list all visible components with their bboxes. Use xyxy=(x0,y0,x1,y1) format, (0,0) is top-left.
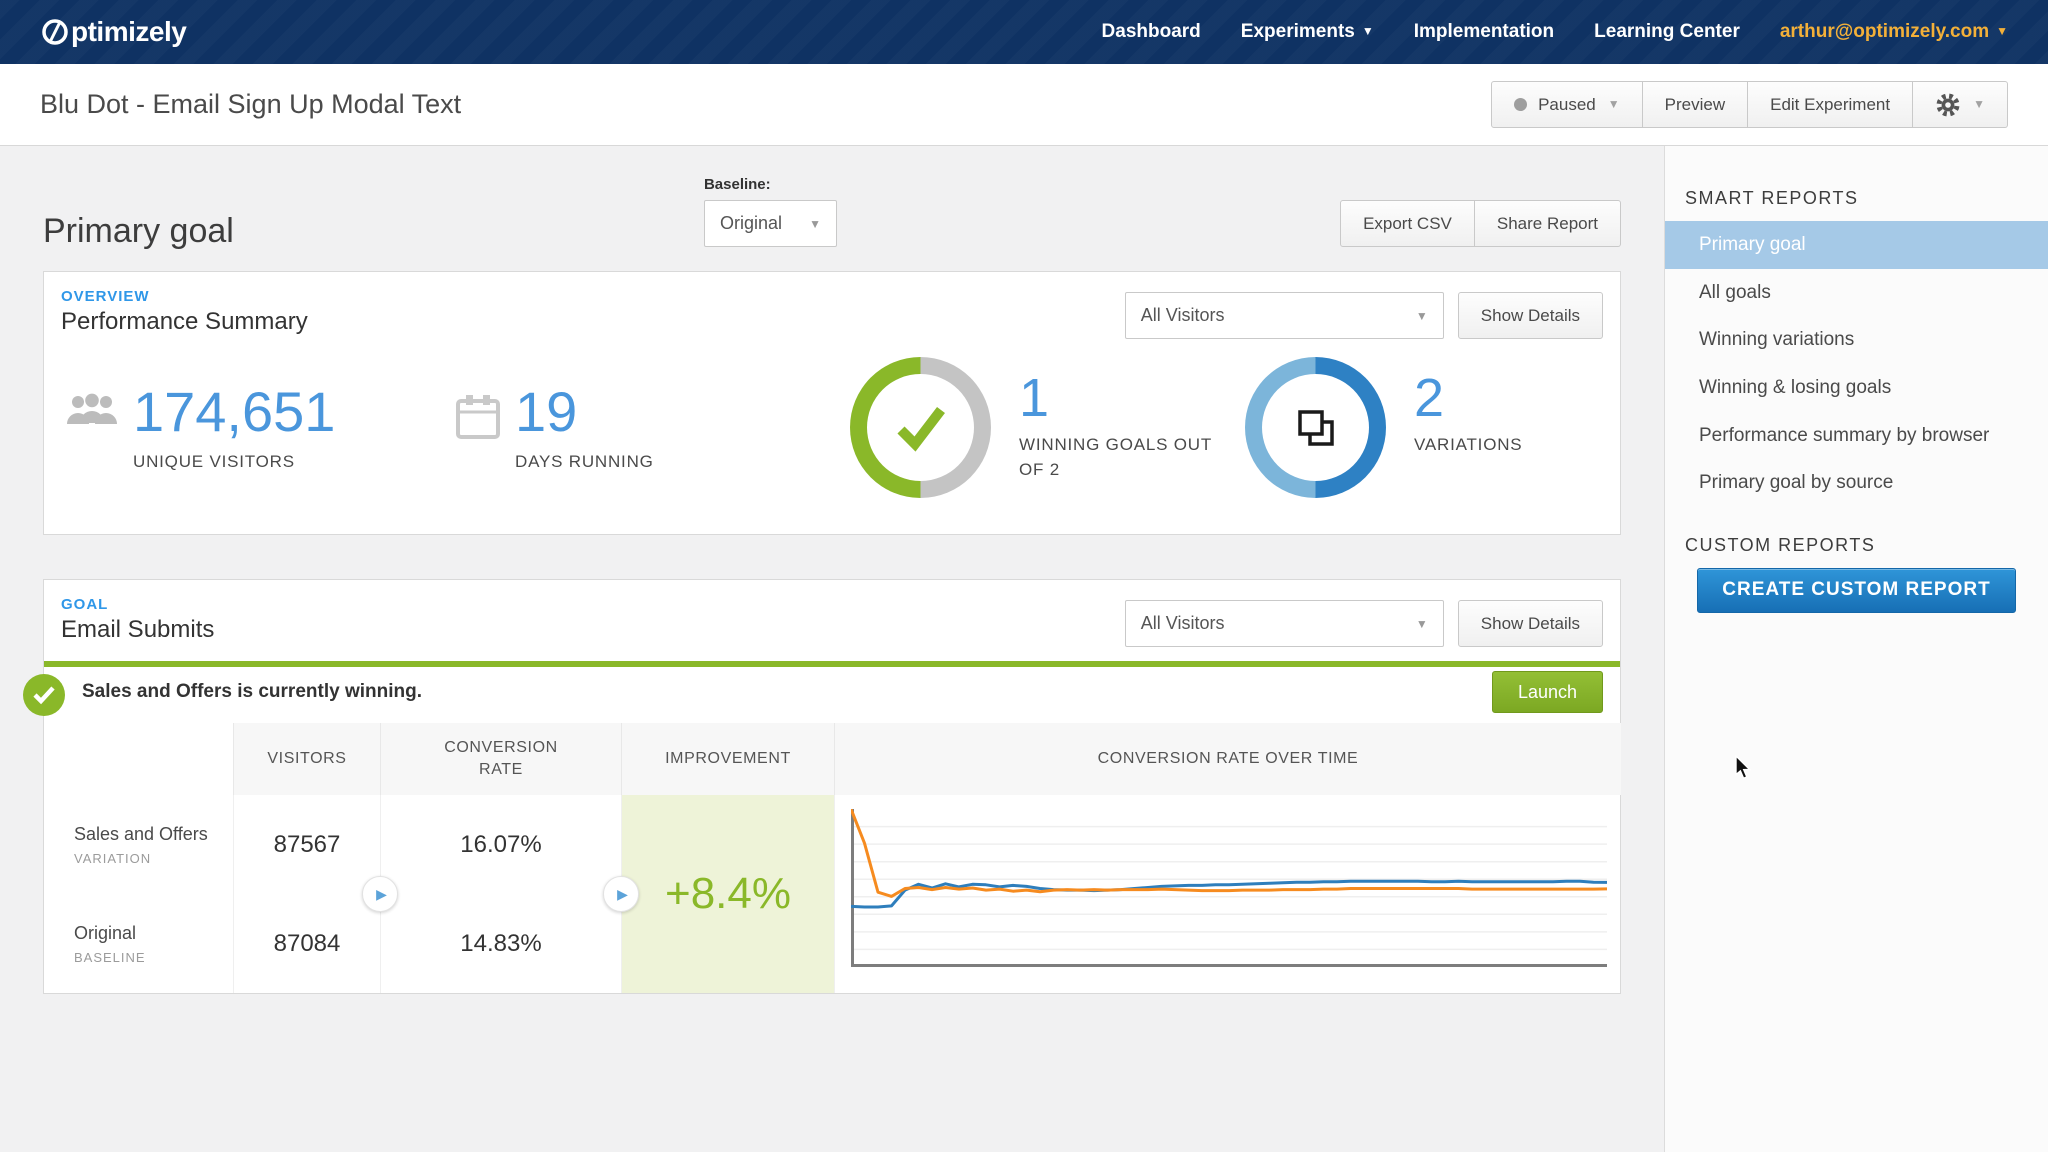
col-header-conversion-rate: CONVERSION RATE xyxy=(380,723,621,795)
improvement-cell: +8.4% xyxy=(621,795,834,993)
share-report-button[interactable]: Share Report xyxy=(1474,200,1621,247)
expand-rate-button[interactable]: ▶ xyxy=(603,876,639,912)
winning-goals-donut xyxy=(850,357,991,498)
account-menu[interactable]: arthur@optimizely.com ▼ xyxy=(1780,21,2008,43)
status-dropdown[interactable]: Paused ▼ xyxy=(1491,81,1643,128)
sidebar-item-all-goals[interactable]: All goals xyxy=(1665,269,2048,317)
top-nav: ptimizely Dashboard Experiments ▼ Impleme… xyxy=(0,0,2048,64)
paused-status-icon xyxy=(1514,98,1528,111)
baseline-conversion-rate: 14.83% xyxy=(380,894,621,993)
days-running-value: 19 xyxy=(515,380,578,444)
chevron-down-icon: ▼ xyxy=(1996,24,2008,38)
chevron-down-icon: ▼ xyxy=(1361,24,1374,38)
table-row-variation-name: Sales and Offers VARIATION xyxy=(74,824,208,866)
page-title: Primary goal xyxy=(43,212,234,250)
baseline-label: Baseline: xyxy=(703,176,771,193)
check-icon xyxy=(896,406,945,452)
sidebar-item-primary-goal-by-source[interactable]: Primary goal by source xyxy=(1665,459,2048,507)
col-header-name xyxy=(44,723,233,795)
sidebar-item-winning-variations[interactable]: Winning variations xyxy=(1665,316,2048,364)
logo-text: ptimizely xyxy=(71,16,187,47)
custom-reports-heading: CUSTOM REPORTS xyxy=(1685,534,1876,555)
conversion-rate-chart xyxy=(849,808,1608,967)
goal-audience-select[interactable]: All Visitors ▼ xyxy=(1124,600,1444,647)
sidebar-item-performance-by-browser[interactable]: Performance summary by browser xyxy=(1665,412,2048,460)
export-csv-button[interactable]: Export CSV xyxy=(1340,200,1475,247)
play-icon: ▶ xyxy=(617,885,628,902)
baseline-visitors: 87084 xyxy=(233,894,380,993)
gear-icon xyxy=(1936,93,1960,116)
calendar-icon xyxy=(456,395,500,440)
email-submits-card: GOAL Email Submits All Visitors ▼ Show D… xyxy=(23,579,1621,994)
variations-stat: 2 VARIATIONS xyxy=(1245,357,1522,498)
report-toolbar: Primary goal Baseline: Original ▼ Export… xyxy=(43,176,1621,250)
baseline-control: Baseline: Original ▼ xyxy=(703,176,837,247)
nav-experiments[interactable]: Experiments ▼ xyxy=(1241,21,1374,43)
optimizely-logo[interactable]: ptimizely xyxy=(40,16,187,48)
days-running-label: DAYS RUNNING xyxy=(515,451,654,471)
nav-links: Dashboard Experiments ▼ Implementation Le… xyxy=(1102,21,1740,43)
people-icon xyxy=(67,393,117,425)
show-details-button[interactable]: Show Details xyxy=(1457,292,1603,339)
reports-sidebar: SMART REPORTS Primary goal All goals Win… xyxy=(1664,146,2048,1152)
results-table: VISITORS CONVERSION RATE IMPROVEMENT CON… xyxy=(44,723,1621,993)
winning-banner: Sales and Offers is currently winning. L… xyxy=(23,661,1620,717)
conversion-chart-cell xyxy=(834,795,1621,993)
col-header-visitors: VISITORS xyxy=(233,723,380,795)
experiment-header: Blu Dot - Email Sign Up Modal Text Pause… xyxy=(0,64,2048,146)
main-content: Primary goal Baseline: Original ▼ Export… xyxy=(0,146,1664,1152)
nav-implementation[interactable]: Implementation xyxy=(1414,21,1554,43)
stats-row: 174,651 UNIQUE VISITORS 19 DAYS RUNNING … xyxy=(44,339,1620,498)
winner-check-icon xyxy=(23,674,65,716)
performance-summary-card: OVERVIEW Performance Summary All Visitor… xyxy=(43,271,1621,535)
audience-select[interactable]: All Visitors ▼ xyxy=(1124,292,1444,339)
chevron-down-icon: ▼ xyxy=(809,216,821,231)
variations-label: VARIATIONS xyxy=(1414,435,1523,454)
col-header-chart: CONVERSION RATE OVER TIME xyxy=(834,723,1621,795)
table-row-baseline-name: Original BASELINE xyxy=(74,923,146,965)
settings-dropdown[interactable]: ▼ xyxy=(1913,81,2008,128)
winning-goals-value: 1 xyxy=(1019,368,1050,428)
goal-eyebrow: GOAL xyxy=(61,596,109,613)
chevron-down-icon: ▼ xyxy=(1607,96,1620,111)
winning-goals-label: WINNING GOALS OUT OF 2 xyxy=(1019,435,1212,479)
winning-goals-stat: 1 WINNING GOALS OUT OF 2 xyxy=(850,357,1245,498)
experiment-actions: Paused ▼ Preview Edit Experiment ▼ xyxy=(1491,81,2008,128)
expand-visitors-button[interactable]: ▶ xyxy=(362,876,398,912)
goal-title: Email Submits xyxy=(61,616,215,643)
optimizely-results-page: ptimizely Dashboard Experiments ▼ Impleme… xyxy=(0,0,2048,1152)
report-actions: Export CSV Share Report xyxy=(1340,200,1621,247)
chevron-down-icon: ▼ xyxy=(1415,308,1428,323)
preview-button[interactable]: Preview xyxy=(1642,81,1749,128)
optimizely-o-icon xyxy=(42,19,68,45)
overview-title: Performance Summary xyxy=(61,308,308,335)
nav-learning-center[interactable]: Learning Center xyxy=(1594,21,1740,43)
launch-button[interactable]: Launch xyxy=(1491,671,1603,713)
variations-donut xyxy=(1245,357,1386,498)
experiment-title: Blu Dot - Email Sign Up Modal Text xyxy=(40,89,462,119)
nav-dashboard[interactable]: Dashboard xyxy=(1102,21,1201,43)
winning-message: Sales and Offers is currently winning. xyxy=(82,681,422,702)
variation-visitors: 87567 xyxy=(233,795,380,894)
edit-experiment-button[interactable]: Edit Experiment xyxy=(1748,81,1914,128)
col-header-improvement: IMPROVEMENT xyxy=(621,723,834,795)
variation-conversion-rate: 16.07% xyxy=(380,795,621,894)
play-icon: ▶ xyxy=(376,885,387,902)
variations-value: 2 xyxy=(1414,368,1445,428)
sidebar-item-primary-goal[interactable]: Primary goal xyxy=(1665,221,2048,269)
baseline-select[interactable]: Original ▼ xyxy=(703,200,837,247)
unique-visitors-label: UNIQUE VISITORS xyxy=(133,451,295,471)
create-custom-report-button[interactable]: CREATE CUSTOM REPORT xyxy=(1697,567,2016,613)
sidebar-item-winning-losing-goals[interactable]: Winning & losing goals xyxy=(1665,364,2048,412)
unique-visitors-value: 174,651 xyxy=(133,380,336,444)
variations-icon xyxy=(1297,409,1334,446)
days-running-stat: 19 DAYS RUNNING xyxy=(455,380,850,472)
chevron-down-icon: ▼ xyxy=(1973,96,1985,111)
unique-visitors-stat: 174,651 UNIQUE VISITORS xyxy=(65,380,455,472)
goal-show-details-button[interactable]: Show Details xyxy=(1457,600,1603,647)
chevron-down-icon: ▼ xyxy=(1415,616,1428,631)
smart-reports-heading: SMART REPORTS xyxy=(1685,188,1859,208)
overview-eyebrow: OVERVIEW xyxy=(61,288,150,305)
